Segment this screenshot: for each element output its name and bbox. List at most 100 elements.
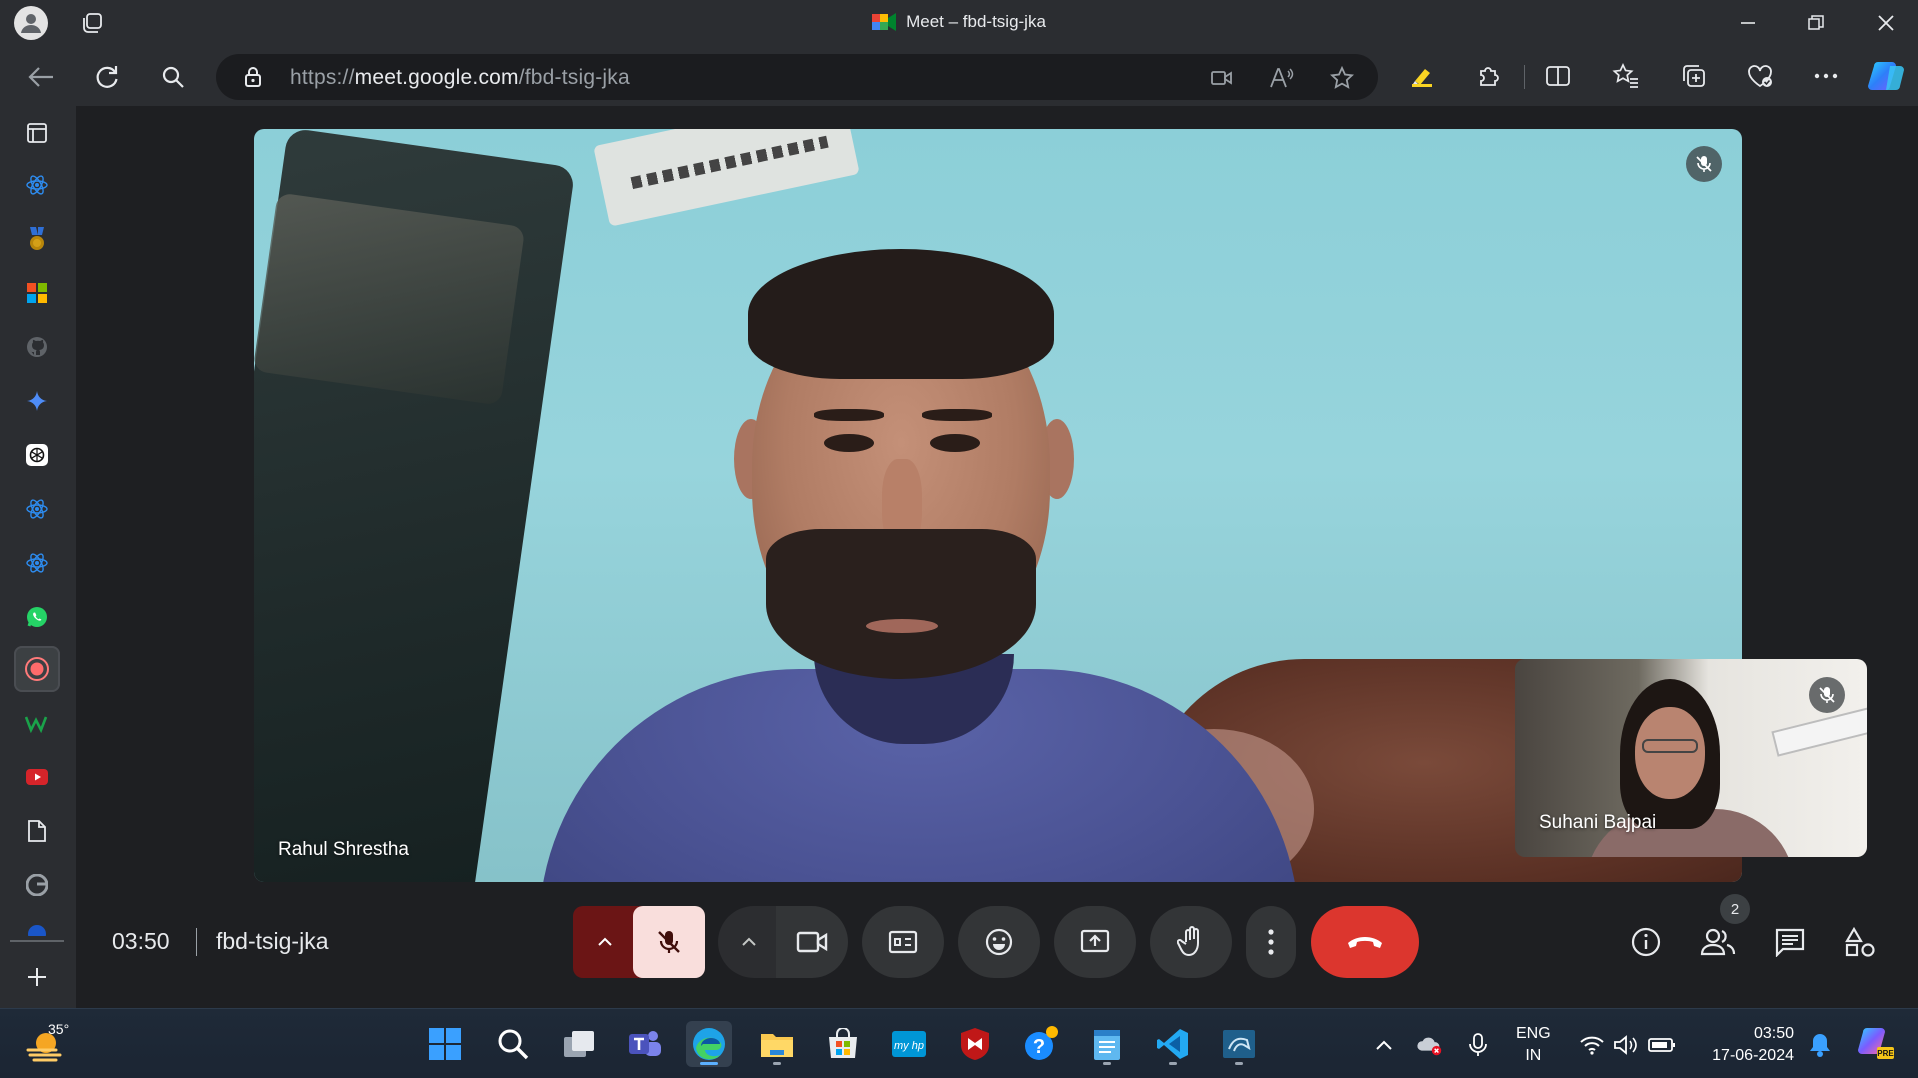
pip-person-glasses [1642, 739, 1698, 753]
pip-video-tile[interactable]: Suhani Bajpai [1515, 659, 1867, 857]
favorites-list-icon[interactable] [1608, 58, 1644, 94]
url-text[interactable]: https://meet.google.com/fbd-tsig-jka [290, 66, 630, 90]
camera-toggle-button[interactable] [776, 906, 848, 978]
show-hidden-icons-chevron-icon[interactable] [1370, 1031, 1398, 1059]
wifi-icon[interactable] [1578, 1031, 1606, 1059]
highlighter-extension-icon[interactable] [1404, 58, 1440, 94]
sidebar-panel-icon[interactable] [18, 114, 56, 152]
react-app-icon-3[interactable] [18, 544, 56, 582]
browser-essentials-icon[interactable] [1742, 58, 1778, 94]
read-aloud-icon[interactable] [1268, 64, 1296, 92]
url-scheme: https:// [290, 66, 355, 89]
people-button[interactable] [1696, 920, 1740, 964]
main-participant-muted-icon [1686, 146, 1722, 182]
present-screen-icon [1080, 929, 1110, 953]
more-options-button[interactable] [1246, 906, 1296, 978]
send-reaction-button[interactable] [958, 906, 1040, 978]
react-app-icon-2[interactable] [18, 490, 56, 528]
vertical-dots-icon [1268, 929, 1274, 955]
navigation-bar: https://meet.google.com/fbd-tsig-jka [0, 46, 1918, 106]
leave-call-button[interactable] [1311, 906, 1419, 978]
weather-temperature: 35° [48, 1021, 70, 1037]
add-sidebar-app-plus-icon[interactable] [18, 958, 56, 996]
notification-bell-icon[interactable] [1806, 1031, 1834, 1059]
collections-icon[interactable] [1676, 58, 1712, 94]
url-path: /fbd-tsig-jka [518, 66, 630, 89]
activities-shapes-icon [1845, 926, 1875, 957]
extensions-puzzle-icon[interactable] [1470, 58, 1506, 94]
svg-text:?: ? [1033, 1036, 1045, 1058]
activities-button[interactable] [1838, 920, 1882, 964]
copilot-pre-taskbar-icon[interactable]: PRE [1856, 1023, 1896, 1063]
pip-person-face [1635, 707, 1705, 799]
partial-app-icon[interactable] [18, 914, 56, 936]
tab-title[interactable]: Meet – fbd-tsig-jka [0, 12, 1918, 32]
microphone-tray-icon[interactable] [1464, 1031, 1492, 1059]
chatgpt-icon[interactable] [18, 436, 56, 474]
document-icon[interactable] [18, 812, 56, 850]
meeting-details-button[interactable] [1624, 920, 1668, 964]
react-app-icon[interactable] [18, 166, 56, 204]
back-arrow-icon[interactable] [24, 60, 58, 94]
video-options-button[interactable] [718, 906, 780, 978]
refresh-icon[interactable] [90, 60, 124, 94]
mcafee-icon[interactable] [952, 1021, 998, 1067]
medal-icon[interactable] [18, 220, 56, 258]
input-language-indicator[interactable]: ENG IN [1516, 1023, 1551, 1067]
main-participant-name: Rahul Shrestha [278, 839, 409, 860]
url-host: meet.google.com [354, 66, 519, 89]
present-screen-button[interactable] [1054, 906, 1136, 978]
wordtune-icon[interactable] [18, 704, 56, 742]
raise-hand-icon [1177, 926, 1199, 957]
video-person-beard [766, 529, 1036, 679]
notepad-icon[interactable] [1084, 1021, 1130, 1067]
video-person-eye-left [824, 434, 874, 452]
microsoft-apps-icon[interactable] [18, 274, 56, 312]
favorite-star-icon[interactable] [1328, 64, 1356, 92]
video-scene-bag-top [254, 192, 526, 406]
start-windows-icon[interactable] [422, 1021, 468, 1067]
task-view-icon[interactable] [556, 1021, 602, 1067]
whatsapp-icon[interactable] [18, 598, 56, 636]
pip-participant-name: Suhani Bajpai [1539, 812, 1657, 833]
volume-icon[interactable] [1612, 1031, 1640, 1059]
chat-button[interactable] [1768, 920, 1812, 964]
microsoft-store-icon[interactable] [820, 1021, 866, 1067]
minimize-button[interactable] [1718, 8, 1778, 38]
video-person-hair [748, 249, 1054, 379]
close-window-button[interactable] [1856, 8, 1916, 38]
info-icon [1631, 927, 1661, 957]
file-explorer-icon[interactable] [754, 1021, 800, 1067]
record-icon[interactable] [14, 646, 60, 692]
mic-off-icon [658, 931, 680, 953]
split-screen-icon[interactable] [1540, 58, 1576, 94]
mysql-workbench-icon[interactable] [1216, 1021, 1262, 1067]
captions-button[interactable] [862, 906, 944, 978]
lock-icon[interactable] [244, 66, 262, 88]
google-icon[interactable] [18, 866, 56, 904]
onedrive-error-icon[interactable] [1416, 1031, 1444, 1059]
copilot-icon[interactable] [1866, 56, 1906, 96]
unmute-microphone-button[interactable] [633, 906, 705, 978]
myhp-icon[interactable]: my hp [886, 1021, 932, 1067]
clock-divider [196, 928, 197, 956]
restore-button[interactable] [1786, 8, 1846, 38]
raise-hand-button[interactable] [1150, 906, 1232, 978]
vscode-icon[interactable] [1150, 1021, 1196, 1067]
battery-icon[interactable] [1648, 1031, 1676, 1059]
youtube-icon[interactable] [18, 758, 56, 796]
search-icon[interactable] [156, 60, 190, 94]
taskbar-search-icon[interactable] [490, 1021, 536, 1067]
people-icon [1700, 928, 1736, 956]
github-icon[interactable] [18, 328, 56, 366]
get-help-icon[interactable]: ? [1018, 1021, 1064, 1067]
microsoft-edge-taskbar-icon[interactable] [686, 1021, 732, 1067]
address-bar[interactable]: https://meet.google.com/fbd-tsig-jka [216, 54, 1378, 100]
taskbar-time: 03:50 [1753, 1025, 1794, 1042]
video-person-brow-right [922, 409, 992, 421]
microsoft-teams-icon[interactable] [622, 1021, 668, 1067]
gemini-icon[interactable] [18, 382, 56, 420]
more-options-icon[interactable] [1808, 58, 1844, 94]
taskbar-clock[interactable]: 03:50 17-06-2024 [1700, 1023, 1794, 1067]
camera-in-use-icon[interactable] [1208, 64, 1236, 92]
